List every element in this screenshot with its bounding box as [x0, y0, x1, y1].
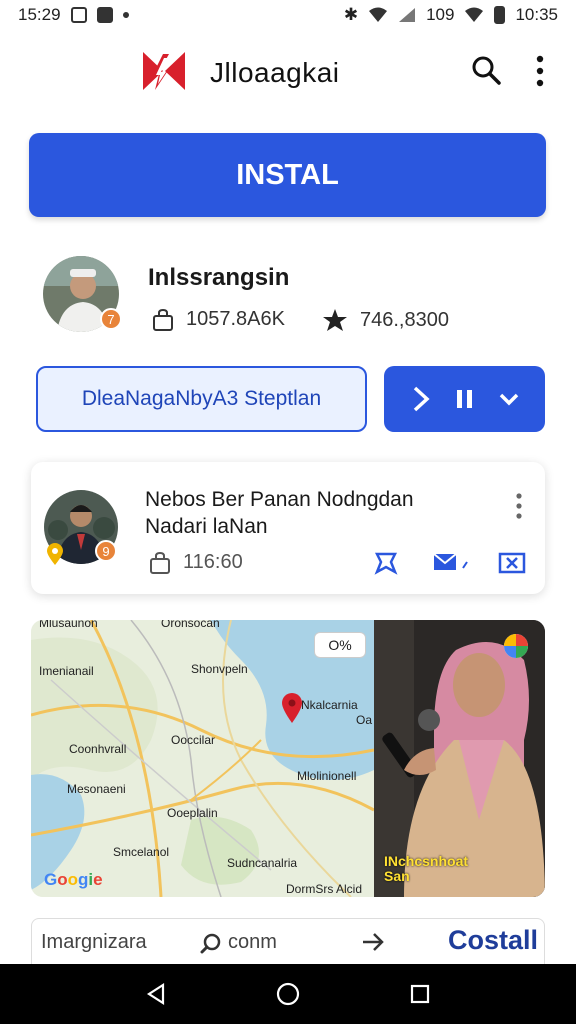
google-logo-g: G: [44, 870, 58, 889]
search-icon: [200, 933, 221, 953]
map-label: Mlusaunon: [39, 620, 98, 630]
wifi-icon-2: [465, 7, 484, 22]
notification-icon: [70, 7, 87, 23]
location-pin-icon: [47, 543, 63, 565]
profile-name: Inlssrangsin: [148, 264, 290, 291]
map-label: Nkalcarnia: [301, 698, 358, 712]
map-chip[interactable]: O%: [314, 632, 366, 658]
status-bar: 15:29 ✱ 109 10:35: [0, 0, 576, 30]
status-right: ✱ 109 10:35: [344, 5, 558, 25]
map-label: Oa: [356, 713, 373, 727]
signal-icon: [399, 8, 416, 22]
battery-icon: [494, 6, 506, 24]
split-icon[interactable]: [497, 550, 527, 576]
star-icon: [323, 309, 347, 331]
map-label: Ooccilar: [171, 733, 216, 747]
signal-text: 109: [426, 5, 455, 24]
downloads-stat: 1057.8A6K: [152, 308, 285, 331]
rating-stat: 746.,8300: [322, 308, 449, 332]
arrow-right-icon[interactable]: [360, 929, 386, 955]
card-badge: 9: [95, 540, 117, 562]
strip-search-label: conm: [228, 931, 277, 953]
content-card[interactable]: 9 Nebos Ber Panan Nodngdan Nadari laNan …: [31, 462, 545, 594]
bag-icon: [153, 308, 173, 331]
card-stat: 116:60: [149, 551, 243, 574]
map-label: Oronsocan: [161, 620, 220, 630]
google-logo-o2: o: [67, 870, 79, 889]
card-title-line2: Nadari laNan: [145, 515, 268, 538]
status-time-right: 10:35: [515, 5, 558, 24]
google-logo-g2: g: [78, 870, 89, 889]
strip-label: Imargnizara: [41, 931, 147, 953]
bag-icon: [150, 551, 170, 574]
video-view[interactable]: INchcsnhoat San: [374, 620, 545, 897]
bookmark-icon[interactable]: [371, 550, 401, 576]
logo-icon: [143, 48, 185, 94]
card-title-line1: Nebos Ber Panan Nodngdan: [145, 488, 414, 511]
card-title: Nebos Ber Panan Nodngdan Nadari laNan: [145, 486, 495, 540]
rating-value: 746.,8300: [360, 308, 449, 331]
system-nav-bar: [0, 964, 576, 1024]
map-label: Imenianail: [39, 664, 94, 678]
profile-badge: 7: [100, 308, 122, 330]
app-bar: Jlloaagkai: [0, 40, 576, 104]
strip-search[interactable]: conm: [200, 931, 277, 954]
map-label: Ooeplalin: [167, 806, 218, 820]
map-pin-icon[interactable]: [281, 692, 303, 724]
google-logo-e: e: [93, 870, 103, 889]
map-view[interactable]: O% Mlusaunon Oronsocan Imenianail Shonvp…: [31, 620, 374, 897]
map-label: Mesonaeni: [67, 782, 126, 796]
video-caption: INchcsnhoat San: [384, 854, 468, 884]
wifi-icon: [369, 7, 388, 22]
app-notification-icon: [96, 7, 113, 23]
map-label: Shonvpeln: [191, 662, 248, 676]
secondary-action-button[interactable]: DleaNagaNbyA3 Steptlan: [36, 366, 367, 432]
map-label: Sudncanalria: [227, 856, 298, 870]
downloads-value: 1057.8A6K: [186, 308, 285, 330]
google-logo-o1: o: [57, 870, 68, 889]
map-label: Smcelanol: [113, 845, 170, 859]
card-stat-value: 116:60: [183, 551, 243, 573]
back-icon[interactable]: [145, 982, 167, 1006]
map-label: Coonhvrall: [69, 742, 127, 756]
bottom-strip: Imargnizara conm Costall: [31, 918, 545, 968]
share-icon[interactable]: [431, 550, 471, 576]
pause-icon[interactable]: [455, 388, 475, 410]
recents-icon[interactable]: [409, 983, 431, 1005]
app-title: Jlloaagkai: [210, 57, 340, 88]
status-left: 15:29: [18, 5, 129, 25]
map-label: DormSrs Alcid: [286, 882, 363, 896]
chevron-down-icon[interactable]: [498, 391, 520, 407]
more-vert-icon[interactable]: [528, 54, 552, 88]
card-more-icon[interactable]: [515, 492, 523, 520]
chevron-right-icon[interactable]: [410, 385, 432, 413]
map-label: Mlolinionell: [297, 769, 357, 783]
dot-icon: [122, 12, 129, 18]
status-time-left: 15:29: [18, 5, 61, 24]
home-icon[interactable]: [276, 982, 300, 1006]
media-controls: [384, 366, 545, 432]
video-caption-line2: San: [384, 868, 410, 884]
google-logo: Googie: [44, 870, 103, 890]
video-caption-line1: INchcsnhoat: [384, 853, 469, 869]
search-icon[interactable]: [470, 54, 502, 86]
install-button[interactable]: INSTAL: [29, 133, 546, 217]
strip-brand[interactable]: Costall: [448, 925, 538, 956]
bluetooth-icon: ✱: [343, 5, 359, 24]
